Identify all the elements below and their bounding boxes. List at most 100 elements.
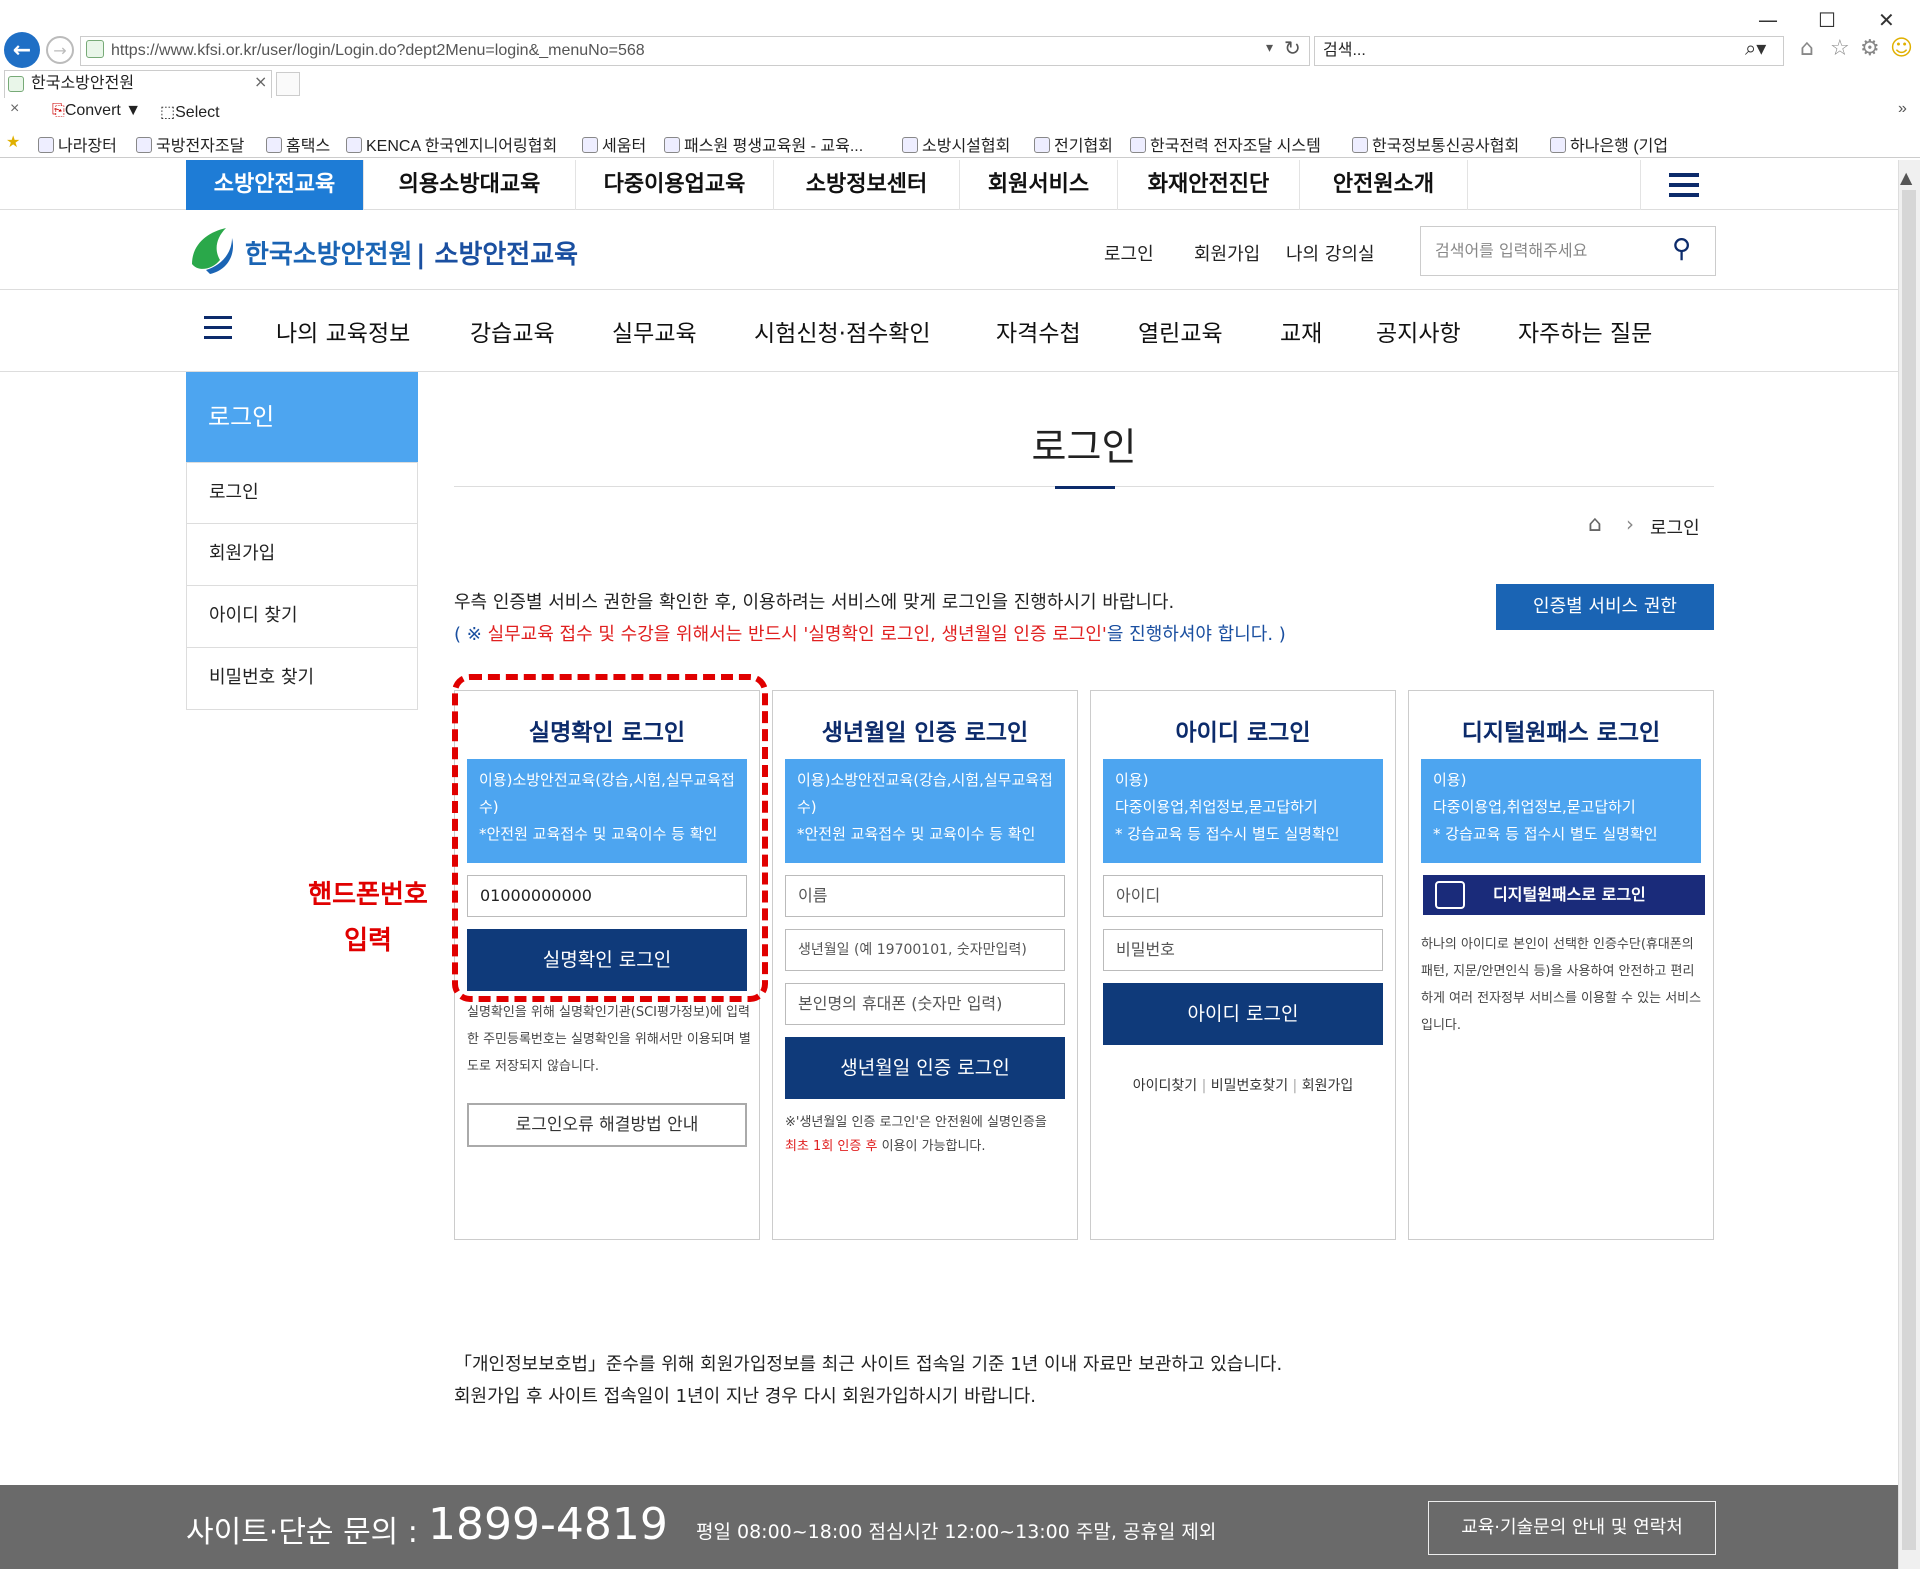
footer-contact-label: 사이트·단순 문의 : (186, 1515, 418, 1550)
privacy-notice: 회원가입 후 사이트 접속일이 1년이 지난 경우 다시 회원가입하시기 바랍니… (454, 1386, 1037, 1407)
contact-info-button[interactable]: 교육·기술문의 안내 및 연락처 (1428, 1501, 1716, 1555)
favorite-item[interactable]: 나라장터 (38, 132, 117, 156)
id-input[interactable]: 아이디 (1103, 875, 1383, 917)
lnb-item-certificate[interactable]: 자격수첩 (996, 314, 1081, 348)
more-chevron-icon[interactable]: » (1898, 100, 1907, 118)
side-item-signup[interactable]: 회원가입 (186, 524, 418, 586)
find-id-link[interactable]: 아이디찾기 (1133, 1078, 1197, 1094)
search-icon[interactable]: ⚲ (1672, 234, 1691, 264)
favorite-item[interactable]: 국방전자조달 (136, 132, 244, 156)
mobile-input[interactable]: 본인명의 휴대폰 (숫자만 입력) (785, 983, 1065, 1025)
forward-icon[interactable]: → (46, 36, 74, 64)
side-item-find-id[interactable]: 아이디 찾기 (186, 586, 418, 648)
title-underline (1055, 486, 1115, 489)
signup-link[interactable]: 회원가입 (1194, 240, 1260, 266)
refresh-icon[interactable]: ↻ (1284, 36, 1301, 60)
top-navigation: 소방안전교육 의용소방대교육 다중이용업교육 소방정보센터 회원서비스 화재안전… (0, 160, 1898, 210)
digital-onepass-login-button[interactable]: 디지털원패스로 로그인 (1423, 875, 1705, 915)
side-item-login[interactable]: 로그인 (186, 462, 418, 524)
lnb-item-lecture-education[interactable]: 강습교육 (470, 314, 555, 348)
tab-close-icon[interactable]: × (254, 72, 267, 91)
gnb-item-member-service[interactable]: 회원서비스 (960, 160, 1118, 210)
select-button[interactable]: ⬚Select (160, 102, 220, 122)
login-link[interactable]: 로그인 (1104, 240, 1154, 266)
name-input[interactable]: 이름 (785, 875, 1065, 917)
site-header: 한국소방안전원 | 소방안전교육 로그인 회원가입 나의 강의실 검색어를 입력… (0, 210, 1898, 290)
search-icon[interactable]: ⌕▾ (1745, 36, 1766, 60)
close-commandbar-icon[interactable]: × (10, 100, 19, 118)
id-login-button[interactable]: 아이디 로그인 (1103, 983, 1383, 1045)
lnb-item-open-education[interactable]: 열린교육 (1138, 314, 1223, 348)
favorite-item[interactable]: 하나은행 (기업 (1550, 132, 1668, 156)
convert-button[interactable]: ⎘Convert ▼ (52, 102, 141, 120)
card-title: 아이디 로그인 (1175, 720, 1311, 746)
browser-search-input[interactable]: 검색... (1314, 36, 1784, 66)
favorite-item[interactable]: 홈택스 (266, 132, 330, 156)
id-login-card: 아이디 로그인 이용) 다중이용업,취업정보,묻고답하기 * 강습교육 등 접수… (1090, 690, 1396, 1240)
lnb-item-my-education[interactable]: 나의 교육정보 (276, 314, 410, 348)
favorite-item[interactable]: 한국전력 전자조달 시스템 (1130, 132, 1321, 156)
lnb-item-notice[interactable]: 공지사항 (1376, 314, 1461, 348)
gnb-item-multi-use-business[interactable]: 다중이용업교육 (576, 160, 774, 210)
login-error-guide-button[interactable]: 로그인오류 해결방법 안내 (467, 1103, 747, 1147)
address-bar[interactable]: https://www.kfsi.or.kr/user/login/Login.… (80, 36, 1310, 66)
favorite-item[interactable]: KENCA 한국엔지니어링협회 (346, 132, 557, 156)
favorite-item[interactable]: 세움터 (582, 132, 646, 156)
logo-text[interactable]: 한국소방안전원 (245, 234, 412, 271)
annotation-label: 핸드폰번호 입력 (308, 880, 428, 956)
annotation-highlight-box (452, 674, 768, 1002)
lnb-item-practical-education[interactable]: 실무교육 (612, 314, 697, 348)
scrollbar-thumb[interactable] (1902, 190, 1916, 1550)
close-window-icon[interactable]: ✕ (1878, 8, 1895, 32)
back-icon[interactable]: ← (4, 32, 40, 68)
card-note: 실명확인을 위해 실명확인기관(SCI평가정보)에 입력한 주민등록번호는 실명… (467, 1005, 751, 1074)
gnb-item-fire-safety-diagnosis[interactable]: 화재안전진단 (1118, 160, 1300, 210)
card-description: 이용) 다중이용업,취업정보,묻고답하기 * 강습교육 등 접수시 별도 실명확… (1421, 759, 1701, 863)
lnb-menu-icon[interactable] (204, 316, 232, 339)
digital-onepass-card: 디지털원패스 로그인 이용) 다중이용업,취업정보,묻고답하기 * 강습교육 등… (1408, 690, 1714, 1240)
lnb-item-exam-score[interactable]: 시험신청·점수확인 (754, 314, 931, 348)
settings-gear-icon[interactable]: ⚙ (1860, 36, 1880, 61)
gnb-item-volunteer-firefighter[interactable]: 의용소방대교육 (364, 160, 576, 210)
new-tab-button[interactable] (276, 72, 300, 96)
my-classroom-link[interactable]: 나의 강의실 (1286, 240, 1375, 266)
breadcrumb: 로그인 (1650, 518, 1700, 539)
card-description: 이용)소방안전교육(강습,시험,실무교육접수) *안전원 교육접수 및 교육이수… (785, 759, 1065, 863)
password-input[interactable]: 비밀번호 (1103, 929, 1383, 971)
favorite-item[interactable]: 소방시설협회 (902, 132, 1010, 156)
gnb-item-about[interactable]: 안전원소개 (1300, 160, 1468, 210)
gnb-item-fire-info-center[interactable]: 소방정보센터 (774, 160, 960, 210)
favorite-item[interactable]: 전기협회 (1034, 132, 1113, 156)
favorite-item[interactable]: 패스원 평생교육원 - 교육... (664, 132, 863, 156)
favorites-bar: ★ 나라장터 국방전자조달 홈택스 KENCA 한국엔지니어링협회 세움터 패스… (0, 126, 1920, 158)
gnb-item-fire-safety-education[interactable]: 소방안전교육 (186, 160, 364, 210)
footer: 사이트·단순 문의 : 1899-4819 평일 08:00~18:00 점심시… (0, 1485, 1898, 1569)
home-icon[interactable]: ⌂ (1800, 36, 1814, 61)
smiley-feedback-icon[interactable]: ☺ (1890, 36, 1913, 61)
maximize-icon[interactable]: ☐ (1818, 8, 1836, 32)
find-password-link[interactable]: 비밀번호찾기 (1211, 1078, 1288, 1094)
web-page: 소방안전교육 의용소방대교육 다중이용업교육 소방정보센터 회원서비스 화재안전… (0, 160, 1898, 1569)
browser-tab[interactable]: 한국소방안전원 (4, 70, 272, 98)
address-dropdown-icon[interactable]: ▾ (1266, 40, 1273, 56)
favorites-star-icon[interactable]: ☆ (1830, 36, 1850, 61)
birthdate-input[interactable]: 생년월일 (예 19700101, 숫자만입력) (785, 929, 1065, 971)
birthdate-login-button[interactable]: 생년월일 인증 로그인 (785, 1037, 1065, 1099)
site-favicon-icon (86, 40, 104, 58)
logo-subtitle: | 소방안전교육 (416, 240, 579, 270)
page-title: 로그인 (1031, 425, 1137, 469)
lnb-item-faq[interactable]: 자주하는 질문 (1518, 314, 1652, 348)
minimize-icon[interactable]: — (1758, 8, 1778, 32)
favorites-star-icon[interactable]: ★ (6, 132, 20, 152)
favorite-item[interactable]: 한국정보통신공사협회 (1352, 132, 1519, 156)
menu-hamburger-icon[interactable] (1640, 160, 1726, 210)
scroll-up-icon[interactable]: ▲ (1900, 168, 1912, 187)
card-description: 이용) 다중이용업,취업정보,묻고답하기 * 강습교육 등 접수시 별도 실명확… (1103, 759, 1383, 863)
side-item-find-password[interactable]: 비밀번호 찾기 (186, 648, 418, 710)
kfsi-logo-icon[interactable] (186, 224, 238, 276)
home-icon[interactable]: ⌂ (1588, 512, 1602, 537)
account-links: 아이디찾기 | 비밀번호찾기 | 회원가입 (1132, 1078, 1354, 1094)
auth-service-permission-button[interactable]: 인증별 서비스 권한 (1496, 584, 1714, 630)
lnb-item-textbook[interactable]: 교재 (1280, 314, 1322, 348)
signup-link[interactable]: 회원가입 (1302, 1078, 1354, 1094)
